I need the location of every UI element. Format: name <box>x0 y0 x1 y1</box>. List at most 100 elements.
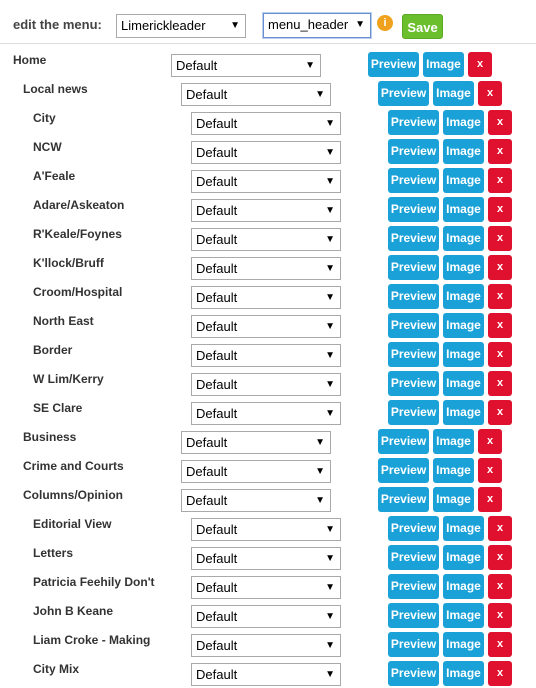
template-select[interactable]: Default ▼ <box>191 257 341 280</box>
preview-button[interactable]: Preview <box>388 226 439 251</box>
preview-button[interactable]: Preview <box>378 458 429 483</box>
template-select[interactable]: Default ▼ <box>191 199 341 222</box>
image-button[interactable]: Image <box>443 284 484 309</box>
preview-button[interactable]: Preview <box>388 168 439 193</box>
template-select[interactable]: Default ▼ <box>181 460 331 483</box>
template-select[interactable]: Default ▼ <box>191 576 341 599</box>
preview-button[interactable]: Preview <box>388 516 439 541</box>
image-button[interactable]: Image <box>443 110 484 135</box>
preview-button[interactable]: Preview <box>378 429 429 454</box>
menu-item-label: Adare/Askeaton <box>33 198 125 212</box>
delete-button[interactable]: x <box>488 110 512 135</box>
template-select[interactable]: Default ▼ <box>171 54 321 77</box>
delete-button[interactable]: x <box>488 603 512 628</box>
chevron-down-icon: ▼ <box>325 408 335 419</box>
template-select[interactable]: Default ▼ <box>181 83 331 106</box>
template-select-value: Default <box>196 348 238 363</box>
image-button[interactable]: Image <box>433 429 474 454</box>
image-button[interactable]: Image <box>443 545 484 570</box>
image-button[interactable]: Image <box>443 255 484 280</box>
image-button[interactable]: Image <box>443 400 484 425</box>
template-select[interactable]: Default ▼ <box>191 286 341 309</box>
chevron-down-icon: ▼ <box>315 89 325 100</box>
image-button[interactable]: Image <box>433 458 474 483</box>
menu-item-row: North East Default ▼ Preview Image x <box>0 311 536 340</box>
preview-button[interactable]: Preview <box>388 371 439 396</box>
delete-button[interactable]: x <box>478 487 502 512</box>
delete-button[interactable]: x <box>488 139 512 164</box>
image-button[interactable]: Image <box>443 197 484 222</box>
template-select[interactable]: Default ▼ <box>191 547 341 570</box>
image-button[interactable]: Image <box>443 516 484 541</box>
info-icon[interactable]: i <box>377 15 393 31</box>
delete-button[interactable]: x <box>468 52 492 77</box>
image-button[interactable]: Image <box>443 661 484 686</box>
image-button[interactable]: Image <box>443 603 484 628</box>
template-select-value: Default <box>196 232 238 247</box>
template-select[interactable]: Default ▼ <box>191 518 341 541</box>
menu-select[interactable]: menu_header ▼ <box>263 13 371 38</box>
template-select[interactable]: Default ▼ <box>191 634 341 657</box>
template-select[interactable]: Default ▼ <box>191 373 341 396</box>
preview-button[interactable]: Preview <box>378 81 429 106</box>
preview-button[interactable]: Preview <box>368 52 419 77</box>
delete-button[interactable]: x <box>478 81 502 106</box>
delete-button[interactable]: x <box>488 197 512 222</box>
delete-button[interactable]: x <box>488 661 512 686</box>
preview-button[interactable]: Preview <box>388 632 439 657</box>
delete-button[interactable]: x <box>488 632 512 657</box>
delete-button[interactable]: x <box>488 516 512 541</box>
site-select[interactable]: Limerickleader ▼ <box>116 14 246 38</box>
preview-button[interactable]: Preview <box>388 603 439 628</box>
preview-button[interactable]: Preview <box>388 313 439 338</box>
template-select[interactable]: Default ▼ <box>181 431 331 454</box>
image-button[interactable]: Image <box>433 81 474 106</box>
template-select[interactable]: Default ▼ <box>191 112 341 135</box>
template-select[interactable]: Default ▼ <box>191 228 341 251</box>
template-select[interactable]: Default ▼ <box>191 315 341 338</box>
image-button[interactable]: Image <box>443 574 484 599</box>
preview-button[interactable]: Preview <box>388 342 439 367</box>
delete-button[interactable]: x <box>478 458 502 483</box>
image-button[interactable]: Image <box>433 487 474 512</box>
preview-button[interactable]: Preview <box>388 661 439 686</box>
preview-button[interactable]: Preview <box>388 139 439 164</box>
image-button[interactable]: Image <box>443 342 484 367</box>
delete-button[interactable]: x <box>488 342 512 367</box>
template-select[interactable]: Default ▼ <box>191 663 341 686</box>
image-button[interactable]: Image <box>443 371 484 396</box>
delete-button[interactable]: x <box>488 168 512 193</box>
image-button[interactable]: Image <box>443 226 484 251</box>
preview-button[interactable]: Preview <box>388 255 439 280</box>
preview-button[interactable]: Preview <box>388 400 439 425</box>
save-button[interactable]: Save <box>402 14 443 39</box>
image-button[interactable]: Image <box>423 52 464 77</box>
delete-button[interactable]: x <box>488 313 512 338</box>
preview-button[interactable]: Preview <box>388 197 439 222</box>
delete-button[interactable]: x <box>488 226 512 251</box>
template-select[interactable]: Default ▼ <box>191 605 341 628</box>
delete-button[interactable]: x <box>488 255 512 280</box>
delete-button[interactable]: x <box>488 545 512 570</box>
site-select-value: Limerickleader <box>121 18 206 33</box>
template-select[interactable]: Default ▼ <box>191 170 341 193</box>
image-button[interactable]: Image <box>443 168 484 193</box>
template-select[interactable]: Default ▼ <box>191 141 341 164</box>
delete-button[interactable]: x <box>488 574 512 599</box>
preview-button[interactable]: Preview <box>388 284 439 309</box>
delete-button[interactable]: x <box>488 371 512 396</box>
preview-button[interactable]: Preview <box>378 487 429 512</box>
delete-button[interactable]: x <box>488 400 512 425</box>
template-select[interactable]: Default ▼ <box>181 489 331 512</box>
delete-button[interactable]: x <box>478 429 502 454</box>
image-button[interactable]: Image <box>443 313 484 338</box>
divider <box>0 43 536 44</box>
template-select[interactable]: Default ▼ <box>191 402 341 425</box>
preview-button[interactable]: Preview <box>388 110 439 135</box>
image-button[interactable]: Image <box>443 139 484 164</box>
image-button[interactable]: Image <box>443 632 484 657</box>
template-select[interactable]: Default ▼ <box>191 344 341 367</box>
delete-button[interactable]: x <box>488 284 512 309</box>
preview-button[interactable]: Preview <box>388 545 439 570</box>
preview-button[interactable]: Preview <box>388 574 439 599</box>
